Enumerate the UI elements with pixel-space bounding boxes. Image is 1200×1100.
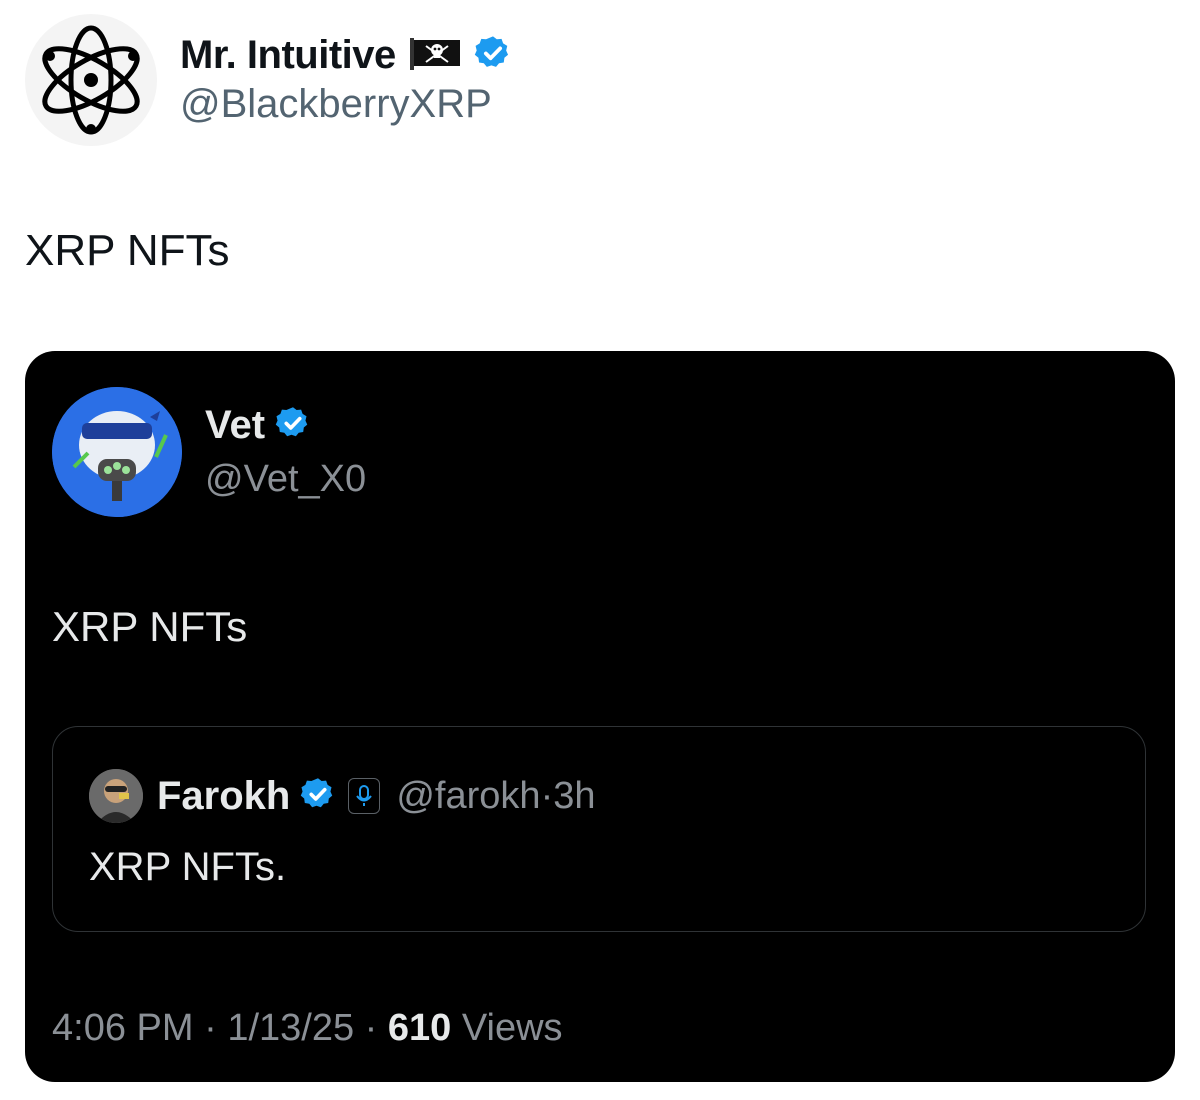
robot-avatar-icon (52, 387, 182, 517)
tweet-date[interactable]: 1/13/25 (227, 1007, 354, 1049)
quoted-author-name[interactable]: Vet (205, 403, 265, 448)
portrait-icon (89, 769, 143, 823)
pirate-flag-icon (408, 36, 462, 75)
separator-dot: · (540, 774, 554, 817)
quoted-author-handle[interactable]: @Vet_X0 (205, 458, 366, 501)
verified-badge-icon (474, 34, 512, 77)
microphone-icon (348, 778, 381, 814)
nested-quote-card[interactable]: Farokh @farokh·3h XRP NFTs. (52, 726, 1146, 932)
nested-quote-avatar[interactable] (89, 769, 143, 823)
separator-dot: · (364, 1007, 388, 1049)
views-count: 610 (387, 1007, 452, 1049)
verified-badge-icon (275, 405, 311, 446)
nested-quote-age: 3h (553, 774, 596, 817)
tweet-meta: 4:06 PM · 1/13/25 · 610 Views (52, 1007, 563, 1050)
quoted-tweet-text: XRP NFTs (52, 603, 248, 650)
tweet-text: XRP NFTs (25, 226, 230, 275)
atom-icon (42, 25, 140, 135)
quoted-author-avatar[interactable] (52, 387, 182, 517)
verified-badge-icon (300, 776, 336, 817)
quoted-author-row: Vet (205, 403, 311, 448)
author-handle[interactable]: @BlackberryXRP (180, 82, 492, 127)
nested-quote-text: XRP NFTs. (89, 845, 287, 889)
author-name[interactable]: Mr. Intuitive (180, 33, 396, 78)
nested-quote-header: Farokh @farokh·3h (89, 769, 596, 823)
views-label: Views (461, 1007, 563, 1049)
nested-quote-handle: @farokh·3h (396, 775, 595, 818)
tweet-header: Mr. Intuitive @BlackberryXRP (25, 14, 1175, 148)
quoted-tweet-card[interactable]: Vet @Vet_X0 XRP NFTs Farokh @farokh·3h X… (25, 351, 1175, 1082)
separator-dot: · (204, 1007, 228, 1049)
avatar[interactable] (25, 14, 157, 146)
nested-quote-handle-text[interactable]: @farokh (396, 775, 540, 817)
author-row: Mr. Intuitive (180, 30, 512, 80)
nested-quote-author-name[interactable]: Farokh (157, 774, 290, 819)
tweet-time[interactable]: 4:06 PM (52, 1007, 194, 1049)
